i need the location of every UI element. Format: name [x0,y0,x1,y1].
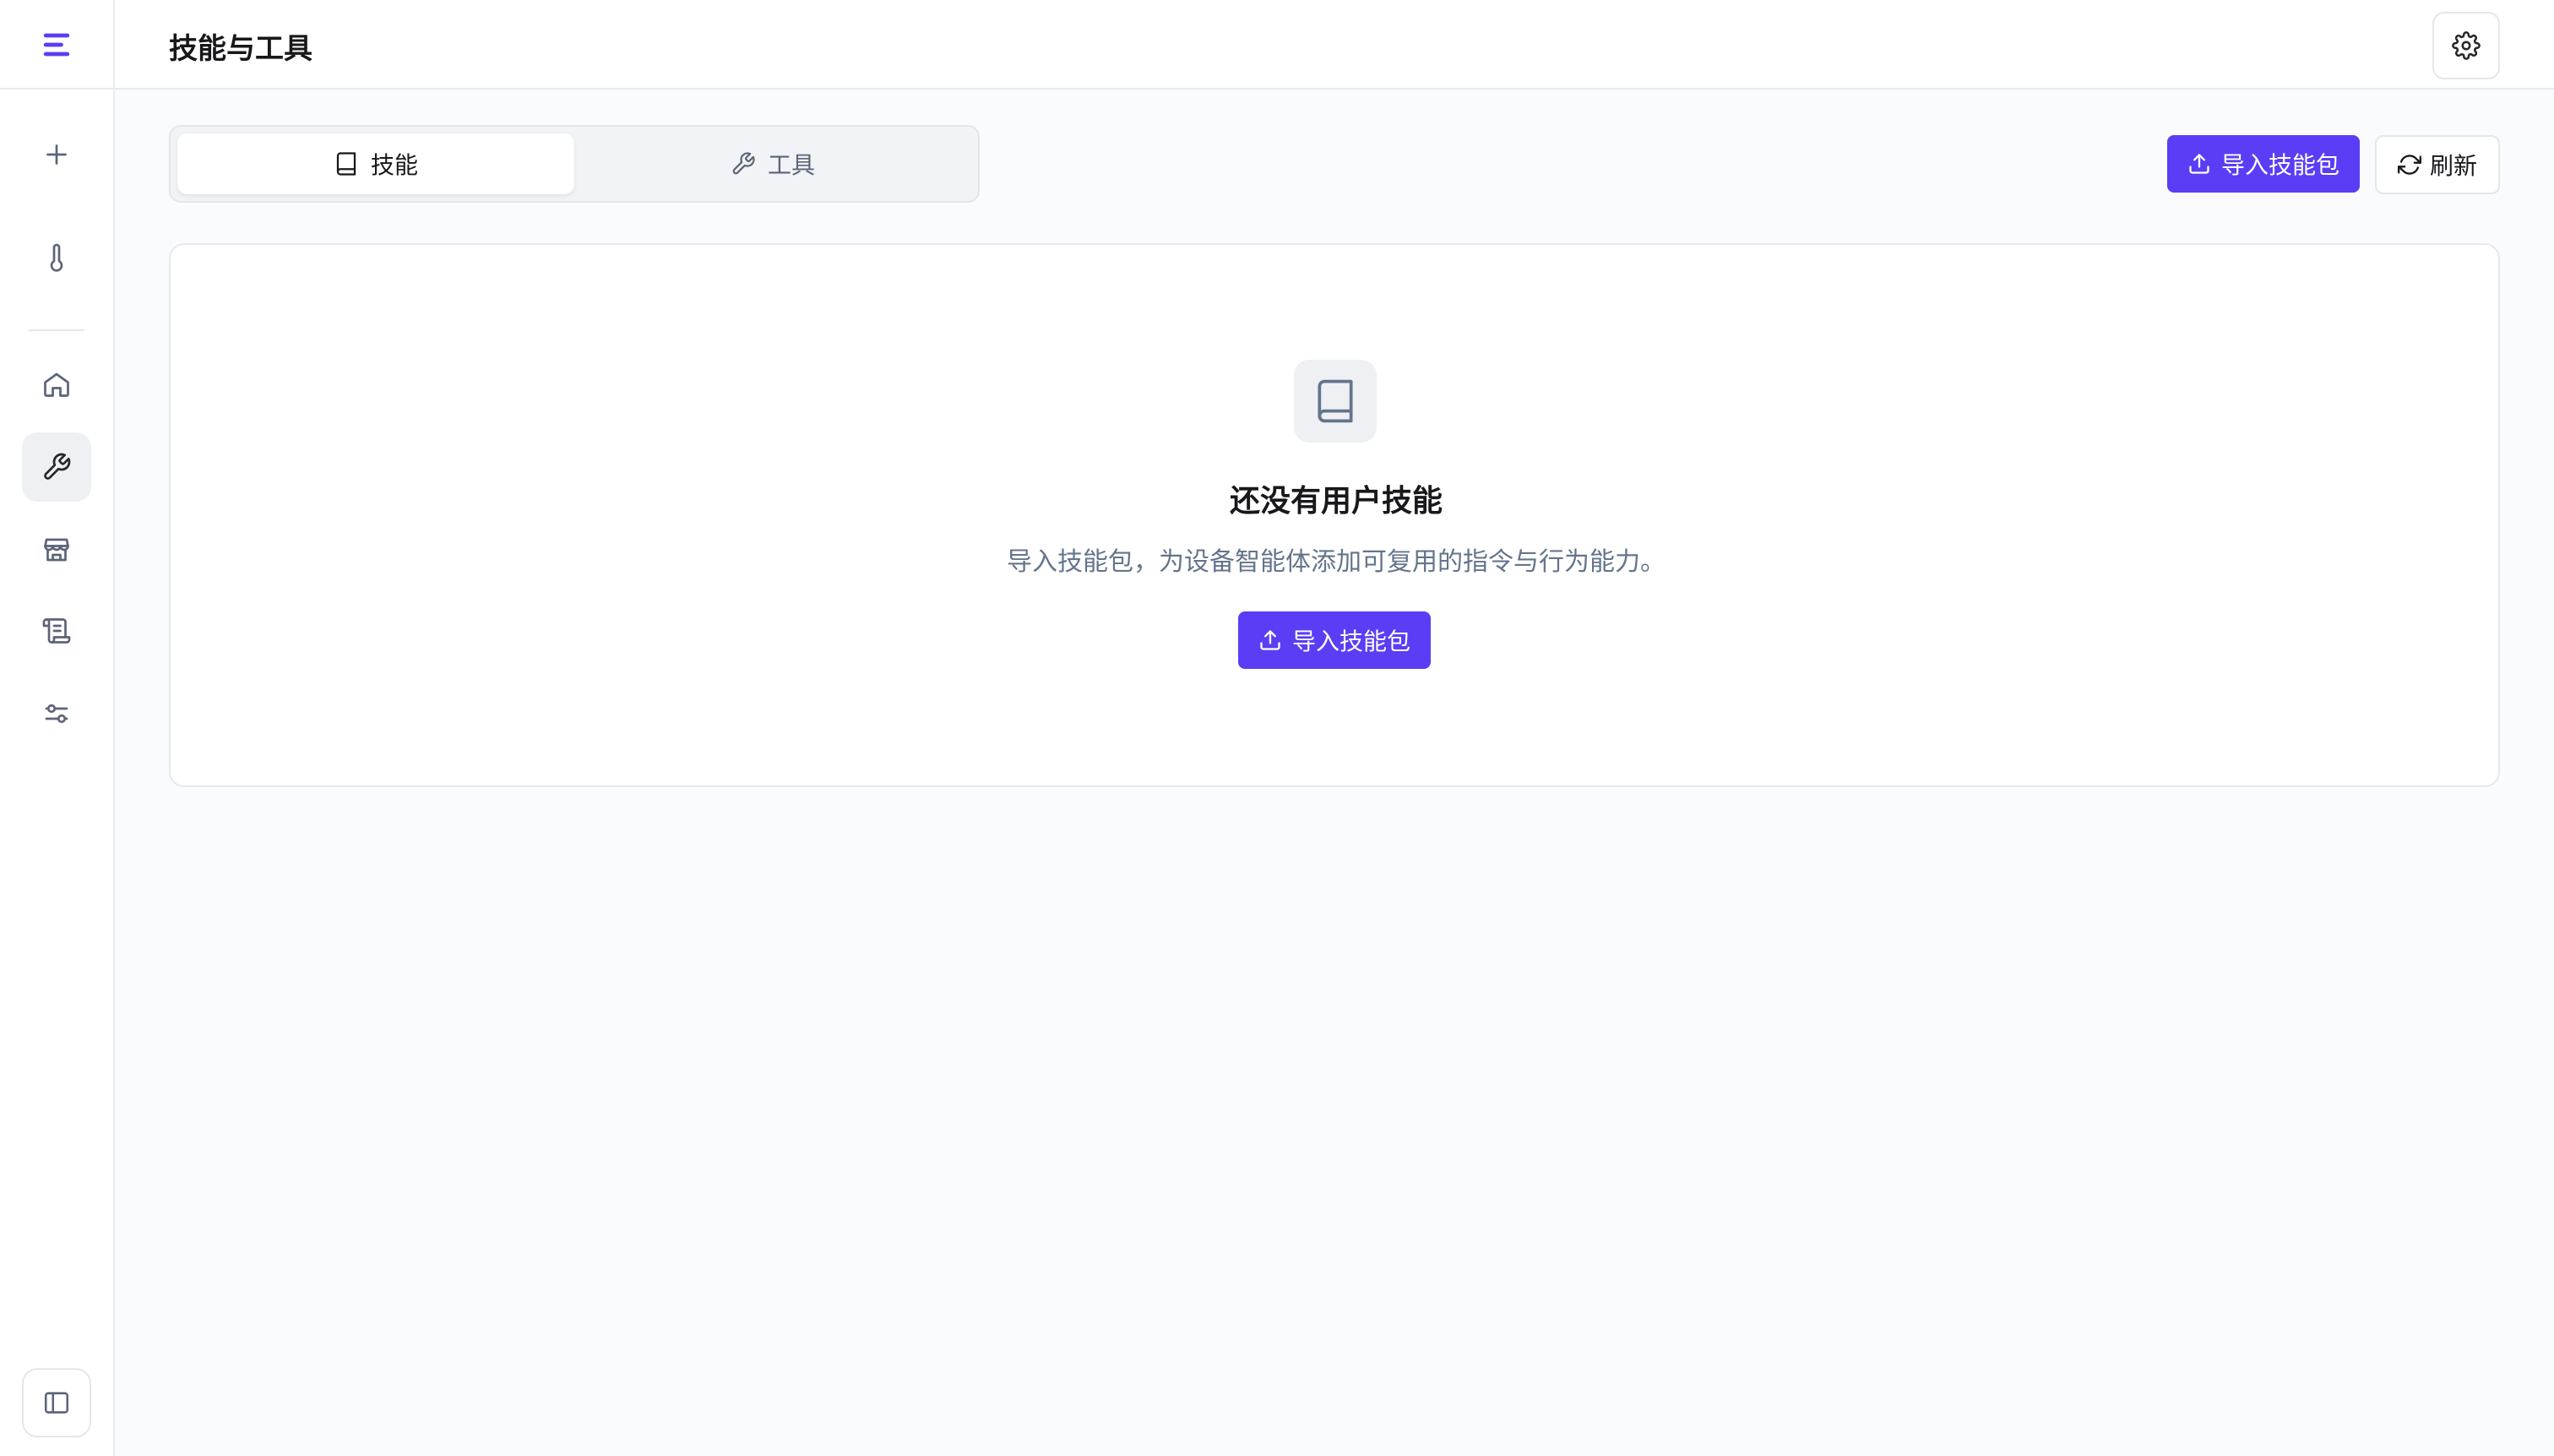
tab-skills-label: 技能 [370,151,418,179]
skills-panel: 还没有用户技能 导入技能包，为设备智能体添加可复用的指令与行为能力。 导入技能包 [169,243,2500,787]
refresh-icon [2397,155,2421,175]
sidebar-item-store[interactable] [22,515,91,584]
refresh-button[interactable]: 刷新 [2375,135,2500,194]
sliders-icon [45,704,68,724]
empty-state-book-icon [1294,360,1377,443]
sidebar-item-scripts[interactable] [22,596,91,666]
new-item-button[interactable] [22,120,91,189]
scroll-icon [42,618,71,644]
refresh-button-label: 刷新 [2429,152,2477,180]
empty-state-title: 还没有用户技能 [1229,484,1443,519]
empty-state-description: 导入技能包，为设备智能体添加可复用的指令与行为能力。 [1007,547,1666,577]
skills-tools-tabs: 技能 工具 [169,125,980,203]
sidebar-item-home[interactable] [22,350,91,419]
sidebar-item-skills-tools[interactable] [22,432,91,502]
plus-icon [46,144,67,165]
sidebar-item-sensors[interactable] [22,223,91,292]
tab-tools[interactable]: 工具 [574,133,971,194]
sidebar [0,0,115,1456]
import-button-label: 导入技能包 [2220,151,2339,179]
empty-state-import-label: 导入技能包 [1291,627,1410,655]
page-title: 技能与工具 [169,32,312,66]
app-window: 技能与工具 技能 工具 导入技能包 刷新 还没有用户技能 导入技能包，为设备智能… [0,0,2554,1456]
sidebar-item-settings[interactable] [22,679,91,748]
sidebar-collapse-button[interactable] [22,1368,91,1437]
home-icon [44,372,69,397]
import-skill-package-button[interactable]: 导入技能包 [2167,135,2360,193]
tab-tools-label: 工具 [767,151,815,179]
thermometer-icon [50,243,63,272]
store-icon [44,538,69,562]
sidebar-header [0,0,113,90]
panel-left-icon [44,1392,69,1414]
book-icon [336,152,356,176]
sidebar-divider [29,329,84,331]
settings-button[interactable] [2432,12,2500,79]
top-header: 技能与工具 [115,0,2554,90]
empty-state-import-button[interactable]: 导入技能包 [1238,611,1431,669]
wrench-icon [44,453,71,480]
wrench-icon [732,152,755,175]
tab-skills[interactable]: 技能 [177,133,574,194]
gear-icon [2452,31,2481,60]
menu-logo-icon[interactable] [22,10,91,79]
upload-icon [1260,630,1280,650]
upload-icon [2189,154,2209,174]
